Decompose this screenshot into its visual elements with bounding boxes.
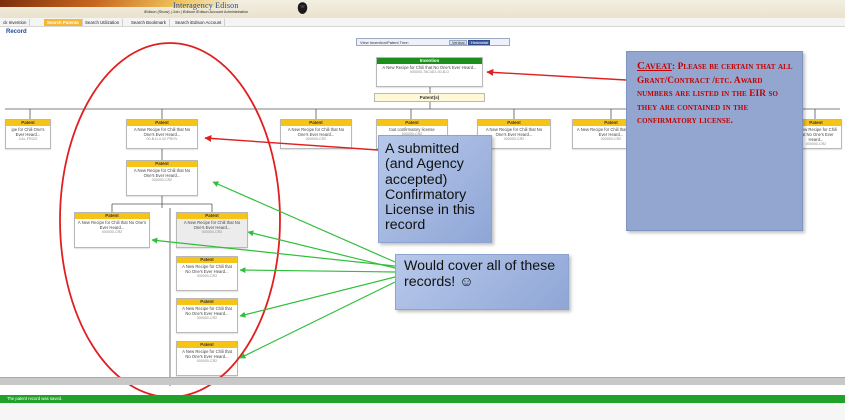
cover-records-arrows — [151, 181, 396, 359]
footer-divider — [0, 377, 845, 385]
caveat-arrow — [486, 68, 627, 81]
screenshot-root: Interagency Edison iEdison (Show) | Join… — [0, 0, 845, 420]
status-message: The patent record was saved. — [7, 396, 63, 401]
records-highlight-ellipse — [59, 42, 281, 398]
status-bar: The patent record was saved. — [0, 395, 845, 403]
submitted-license-arrow — [204, 134, 379, 151]
annotation-overlay — [59, 42, 627, 398]
page-bottom-area — [0, 403, 845, 420]
